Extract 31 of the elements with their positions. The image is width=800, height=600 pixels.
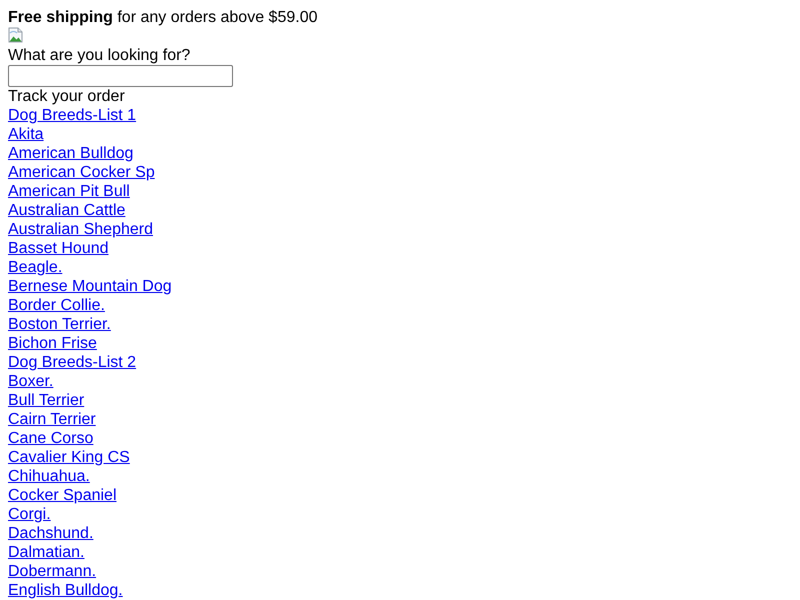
search-label: What are you looking for? <box>8 47 190 64</box>
nav-link[interactable]: American Pit Bull <box>8 183 130 200</box>
nav-link[interactable]: Beagle. <box>8 259 62 276</box>
nav-link[interactable]: Dalmatian. <box>8 544 84 561</box>
nav-link[interactable]: Bichon Frise <box>8 335 97 352</box>
nav-link[interactable]: Basset Hound <box>8 240 109 257</box>
nav-link[interactable]: Boston Terrier. <box>8 316 111 333</box>
nav-link[interactable]: Dog Breeds-List 1 <box>8 107 136 124</box>
nav-link[interactable]: Boxer. <box>8 373 54 390</box>
nav-link[interactable]: Akita <box>8 126 44 143</box>
nav-link[interactable]: Bull Terrier <box>8 392 84 409</box>
nav-link[interactable]: Cane Corso <box>8 430 94 447</box>
nav-link[interactable]: Dobermann. <box>8 563 96 580</box>
shipping-notice: Free shipping for any orders above $59.00 <box>8 9 318 26</box>
broken-image-icon <box>8 27 24 43</box>
nav-link[interactable]: Cairn Terrier <box>8 411 96 428</box>
nav-link[interactable]: Border Collie. <box>8 297 105 314</box>
nav-link[interactable]: American Cocker Sp <box>8 164 155 181</box>
nav-link[interactable]: Dog Breeds-List 2 <box>8 354 136 371</box>
nav-link[interactable]: Bernese Mountain Dog <box>8 278 172 295</box>
nav-link[interactable]: Chihuahua. <box>8 468 90 485</box>
search-field[interactable] <box>8 65 233 87</box>
track-order-text: Track your order <box>8 88 125 105</box>
nav-link[interactable]: Corgi. <box>8 506 51 523</box>
nav-link[interactable]: Dachshund. <box>8 525 94 542</box>
nav-link[interactable]: Australian Shepherd <box>8 221 153 238</box>
nav-link[interactable]: Cavalier King CS <box>8 449 130 466</box>
nav-link[interactable]: Cocker Spaniel <box>8 487 116 504</box>
nav-link[interactable]: Australian Cattle <box>8 202 126 219</box>
nav-link[interactable]: English Bulldog. <box>8 582 123 599</box>
nav-link[interactable]: American Bulldog <box>8 145 134 162</box>
